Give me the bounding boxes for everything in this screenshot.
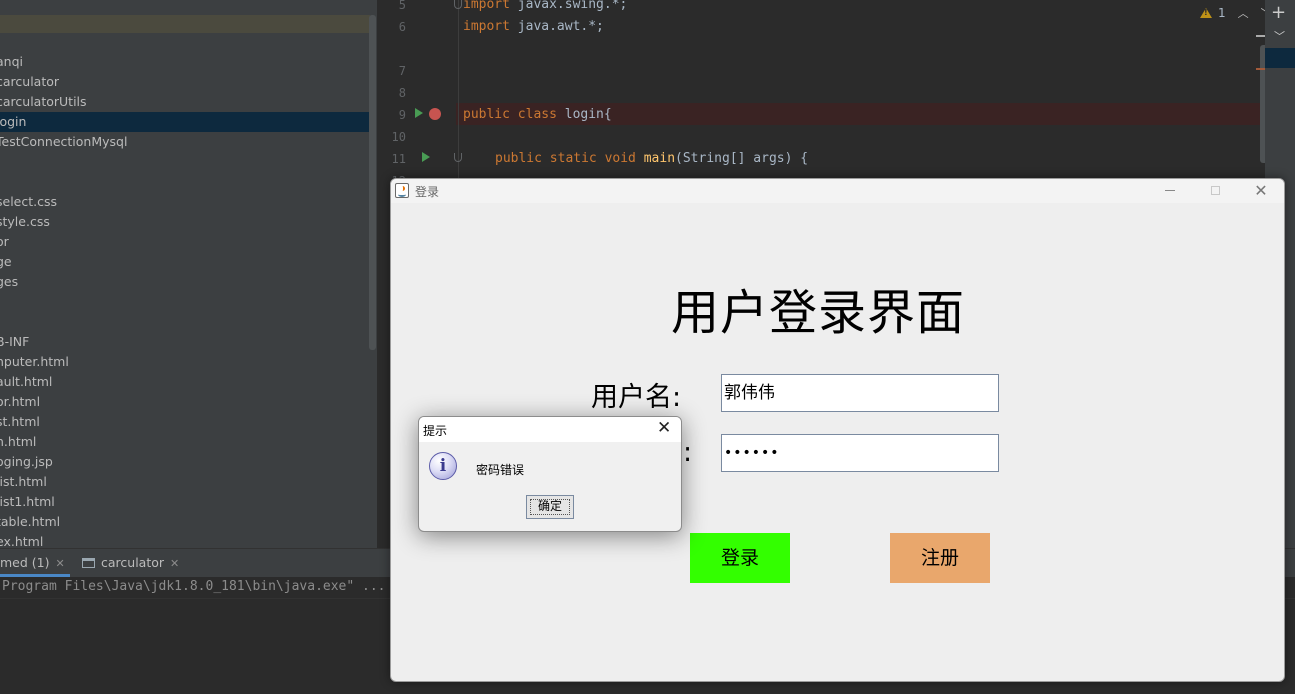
code-line-5[interactable]: import javax.swing.*; xyxy=(463,0,627,16)
line-number: 8 xyxy=(398,86,406,100)
project-tree-item[interactable]: ge xyxy=(0,252,370,272)
minimize-button[interactable] xyxy=(1155,181,1185,201)
chevron-down-icon[interactable]: ﹀ xyxy=(1274,28,1285,44)
password-field[interactable]: •••••• xyxy=(721,434,999,472)
line-number: 6 xyxy=(398,20,406,34)
project-tree-item[interactable]: table.html xyxy=(0,512,370,532)
code-line-12[interactable]: public static void main(String[] args) { xyxy=(495,148,808,170)
line-number: 9 xyxy=(398,108,406,122)
window-titlebar[interactable]: 登录 ✕ xyxy=(391,179,1284,203)
page-title: 用户登录界面 xyxy=(671,285,966,341)
password-label: : xyxy=(683,437,693,468)
close-icon[interactable]: ✕ xyxy=(170,557,179,570)
project-tree-item[interactable]: list1.html xyxy=(0,492,370,512)
focus-ring xyxy=(530,499,570,515)
console-line: Program Files\Java\jdk1.8.0_181\bin\java… xyxy=(2,579,386,594)
run-gutter-icon[interactable] xyxy=(422,152,430,162)
register-button[interactable]: 注册 xyxy=(890,533,990,583)
chevron-up-icon[interactable]: ︿ xyxy=(1238,5,1249,21)
project-tree-item[interactable]: ex.html xyxy=(0,532,370,548)
dialog-message: 密码错误 xyxy=(476,463,525,477)
run-tab-label: carculator xyxy=(101,555,165,570)
line-number: 5 xyxy=(398,0,406,12)
project-tree-item[interactable]: list.html xyxy=(0,472,370,492)
username-field[interactable]: 郭伟伟 xyxy=(721,374,999,412)
project-tree-item[interactable]: TestConnectionMysql xyxy=(0,132,370,152)
dialog-title: 提示 xyxy=(423,424,448,438)
project-tree-item[interactable]: nputer.html xyxy=(0,352,370,372)
code-line-10[interactable]: public class login{ xyxy=(463,104,612,126)
run-tab-active[interactable]: med (1) ✕ xyxy=(0,549,70,577)
java-icon xyxy=(395,183,409,198)
dialog-titlebar[interactable]: 提示 ✕ xyxy=(419,417,681,442)
console-icon xyxy=(82,558,95,568)
project-tree-item[interactable]: B-INF xyxy=(0,332,370,352)
message-dialog: 提示 ✕ i 密码错误 确定 xyxy=(418,416,682,532)
project-tool-window: anqicarculatorcarculatorUtilsloginTestCo… xyxy=(0,0,378,548)
tree-scope-highlight xyxy=(0,15,370,33)
add-icon[interactable]: + xyxy=(1271,2,1286,23)
info-icon: i xyxy=(429,452,457,480)
project-tree-item[interactable]: style.css xyxy=(0,212,370,232)
code-line-6[interactable]: import java.awt.*; xyxy=(463,16,604,38)
run-tab-carculator[interactable]: carculator ✕ xyxy=(82,549,179,577)
error-stripe-mark[interactable] xyxy=(1256,35,1265,37)
maximize-button[interactable] xyxy=(1200,181,1230,201)
close-icon[interactable]: ✕ xyxy=(55,557,64,570)
line-number: 7 xyxy=(398,64,406,78)
ok-button[interactable]: 确定 xyxy=(526,495,574,519)
close-icon[interactable]: ✕ xyxy=(657,418,671,438)
project-scrollbar[interactable] xyxy=(369,15,376,350)
project-tree-item[interactable]: ault.html xyxy=(0,372,370,392)
project-tree-item[interactable]: n.html xyxy=(0,432,370,452)
project-tree-item[interactable]: or.html xyxy=(0,392,370,412)
fold-icon[interactable] xyxy=(454,0,462,9)
inspection-widget[interactable]: 1 ︿ ﹀ xyxy=(1200,3,1272,23)
project-tree-item[interactable]: carculatorUtils xyxy=(0,92,370,112)
line-number: 10 xyxy=(391,130,406,144)
close-button[interactable]: ✕ xyxy=(1246,181,1276,201)
line-number: 11 xyxy=(391,152,406,166)
toolbar-highlight xyxy=(1265,48,1295,68)
run-gutter-icon[interactable] xyxy=(415,108,423,118)
project-tree-item[interactable]: select.css xyxy=(0,192,370,212)
warning-count: 1 xyxy=(1218,6,1226,20)
project-tree-item[interactable]: login xyxy=(0,112,370,132)
login-button[interactable]: 登录 xyxy=(690,533,790,583)
project-tree-item[interactable]: anqi xyxy=(0,52,370,72)
breakpoint-icon[interactable] xyxy=(429,108,441,120)
fold-icon[interactable] xyxy=(454,153,462,162)
run-tab-label: med (1) xyxy=(0,555,50,570)
project-tree-item[interactable]: ges xyxy=(0,272,370,292)
warning-icon xyxy=(1200,8,1212,18)
project-tree-item[interactable]: carculator xyxy=(0,72,370,92)
error-stripe-mark[interactable] xyxy=(1256,68,1265,70)
project-tree-item[interactable]: or xyxy=(0,232,370,252)
window-title: 登录 xyxy=(415,185,440,199)
username-label: 用户名: xyxy=(591,382,682,413)
project-tree-item[interactable]: oging.jsp xyxy=(0,452,370,472)
project-tree-item[interactable]: st.html xyxy=(0,412,370,432)
